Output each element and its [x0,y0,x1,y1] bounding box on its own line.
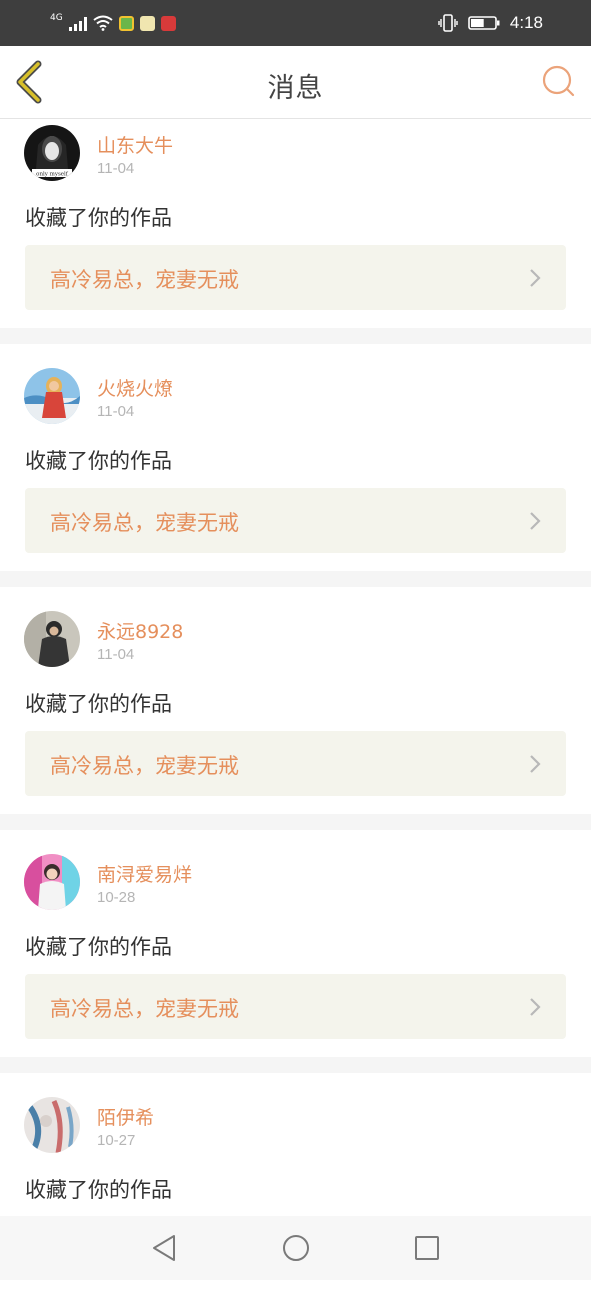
title-bar: 消息 [0,46,591,119]
divider [0,328,591,344]
message-date: 10-27 [97,1132,136,1149]
avatar[interactable] [24,1097,80,1153]
work-title: 高冷易总，宠妻无戒 [50,268,239,292]
work-link[interactable]: 高冷易总，宠妻无戒 [25,488,566,553]
username-link[interactable]: 火烧火燎 [97,374,173,401]
signal-icon [68,15,87,31]
status-left: 4G [50,12,176,34]
network-type: 4G [50,12,63,23]
page-title: 消息 [267,73,324,104]
divider [0,571,591,587]
chevron-right-icon [530,269,541,287]
navigation-bar [0,1216,591,1280]
clock: 4:18 [509,13,543,32]
work-link[interactable]: 高冷易总，宠妻无戒 [25,731,566,796]
chevron-right-icon [530,998,541,1016]
message-date: 11-04 [97,160,135,177]
app-notification-icon [118,15,134,31]
search-button[interactable] [541,64,577,100]
work-title: 高冷易总，宠妻无戒 [50,754,239,778]
divider [0,814,591,830]
work-link[interactable]: 高冷易总，宠妻无戒 [25,974,566,1039]
action-text: 收藏了你的作品 [25,692,172,716]
message-list: only myself 山东大牛 11-04 收藏了你的作品 高冷易总，宠妻无戒… [0,119,591,1300]
message-card: 永远8928 11-04 收藏了你的作品 高冷易总，宠妻无戒 [0,587,591,814]
divider [0,1057,591,1073]
action-text: 收藏了你的作品 [25,935,172,959]
square-recents-icon[interactable] [413,1233,441,1263]
chevron-right-icon [530,512,541,530]
avatar[interactable] [24,368,80,424]
username-link[interactable]: 南浔爱易烊 [97,860,192,887]
message-card: 南浔爱易烊 10-28 收藏了你的作品 高冷易总，宠妻无戒 [0,830,591,1057]
avatar[interactable] [24,854,80,910]
circle-home-icon[interactable] [281,1233,311,1263]
message-date: 11-04 [97,646,135,663]
battery-icon [468,16,500,30]
wifi-icon [93,15,113,31]
username-link[interactable]: 陌伊希 [97,1103,154,1130]
action-text: 收藏了你的作品 [25,206,172,230]
work-title: 高冷易总，宠妻无戒 [50,511,239,535]
status-right: 4:18 [438,12,543,34]
app-notification-icon [139,15,155,31]
action-text: 收藏了你的作品 [25,1178,172,1202]
message-card: only myself 山东大牛 11-04 收藏了你的作品 高冷易总，宠妻无戒 [0,119,591,328]
search-icon [542,65,575,97]
chevron-right-icon [530,755,541,773]
work-title: 高冷易总，宠妻无戒 [50,997,239,1021]
avatar[interactable] [24,611,80,667]
action-text: 收藏了你的作品 [25,449,172,473]
work-link[interactable]: 高冷易总，宠妻无戒 [25,245,566,310]
avatar-watermark: only myself [36,172,69,178]
username-link[interactable]: 山东大牛 [97,131,173,158]
triangle-back-icon[interactable] [150,1233,178,1263]
vibrate-icon [438,14,458,32]
avatar[interactable]: only myself [24,125,80,181]
message-card: 火烧火燎 11-04 收藏了你的作品 高冷易总，宠妻无戒 [0,344,591,571]
status-bar: 4G 4:18 [0,0,591,46]
app-notification-icon [160,15,176,31]
username-link[interactable]: 永远8928 [97,617,183,644]
message-date: 11-04 [97,403,135,420]
message-date: 10-28 [97,889,136,906]
